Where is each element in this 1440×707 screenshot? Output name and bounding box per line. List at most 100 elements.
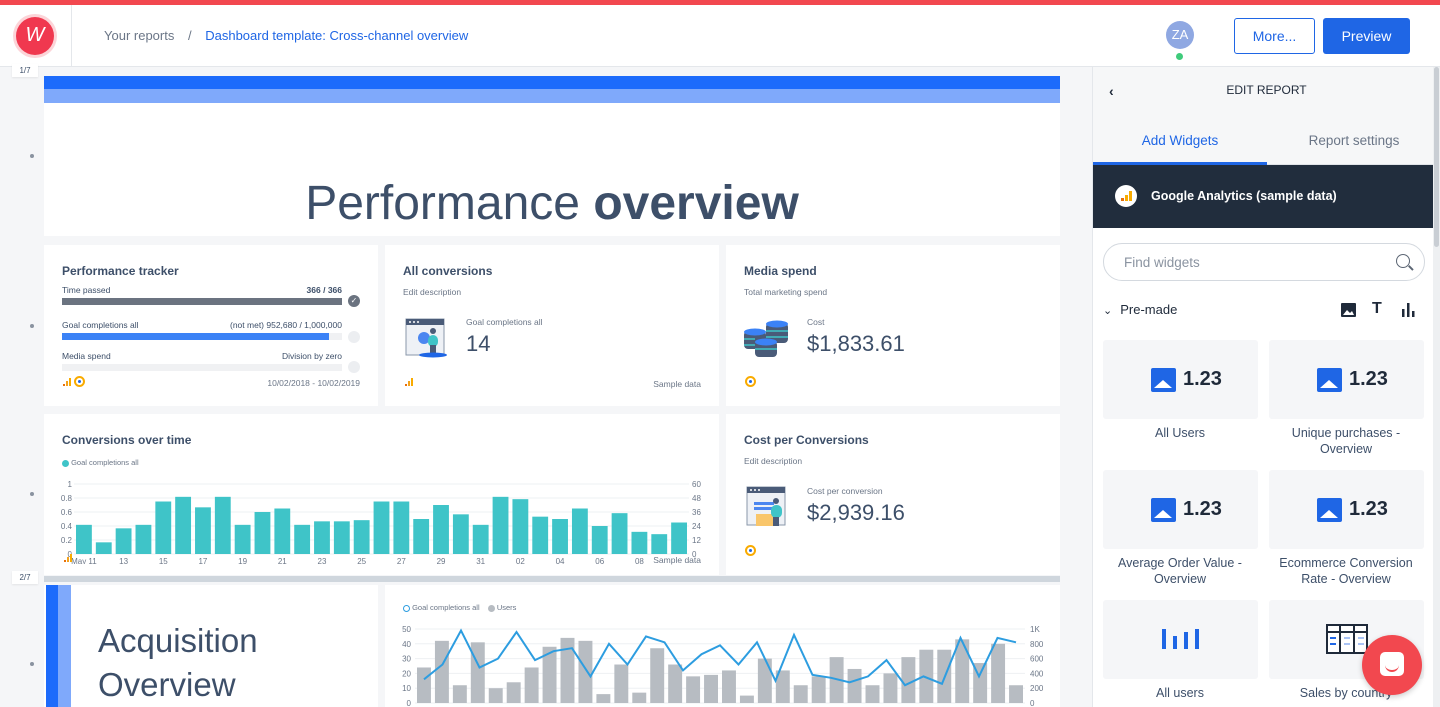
widget-tile-label: All Users	[1154, 426, 1205, 440]
search-placeholder: Find widgets	[1124, 255, 1200, 270]
online-status-dot	[1176, 53, 1183, 60]
section-title-line2: Overview	[98, 666, 236, 703]
widget-tile-all-users[interactable]: 1.23	[1103, 340, 1258, 419]
more-button[interactable]: More...	[1234, 18, 1315, 54]
tab-report-settings[interactable]: Report settings	[1267, 133, 1440, 148]
rail-dot[interactable]	[30, 492, 34, 496]
cost-per-conversion-widget[interactable]: Cost per Conversions Edit description Co…	[726, 414, 1060, 575]
metric-value: $1,833.61	[807, 331, 905, 356]
performance-tracker-widget[interactable]: Performance tracker Time passed 366 / 36…	[44, 245, 378, 406]
widget-title: All conversions	[403, 264, 493, 278]
panel-scrollbar[interactable]	[1433, 67, 1440, 707]
metric-label: Cost	[807, 317, 825, 327]
bar	[611, 513, 628, 554]
acquisition-overview-banner[interactable]: Acquisition Overview	[44, 585, 378, 707]
page-indicator-2[interactable]: 2/7	[12, 571, 38, 584]
section-title-line1: Acquisition	[98, 622, 258, 659]
chat-launcher-button[interactable]	[1362, 635, 1422, 695]
x-tick-label: 13	[119, 557, 128, 564]
x-tick-label: 31	[476, 557, 485, 564]
bar	[614, 664, 629, 703]
bar	[506, 682, 521, 703]
widget-description[interactable]: Edit description	[744, 456, 802, 466]
bar	[704, 674, 718, 703]
bar	[524, 667, 539, 703]
media-spend-widget[interactable]: Media spend Total marketing spend Cost $…	[726, 245, 1060, 406]
bar	[155, 501, 172, 554]
widget-tile-all-users-chart[interactable]	[1103, 600, 1258, 679]
y-right-tick-label: 36	[692, 508, 701, 517]
bar	[115, 528, 132, 554]
hero-stripe-dark	[44, 76, 1060, 89]
all-conversions-widget[interactable]: All conversions Edit description Goal co…	[385, 245, 719, 406]
acquisition-combo-widget[interactable]: Goal completions all Users 0 0 10 200 20 400 3…	[385, 585, 1060, 707]
bar-chart-icon	[1162, 629, 1199, 649]
target-icon	[74, 376, 85, 387]
edit-report-panel: ‹ EDIT REPORT Add Widgets Report setting…	[1092, 67, 1440, 707]
rail-dot[interactable]	[30, 324, 34, 328]
widget-description[interactable]: Total marketing spend	[744, 287, 827, 297]
metric-label: Goal completions all	[466, 317, 543, 327]
cost-illustration-icon	[746, 486, 786, 526]
preview-button[interactable]: Preview	[1323, 18, 1410, 54]
text-filter-icon[interactable]: T	[1372, 300, 1382, 318]
datasource-selector[interactable]: Google Analytics (sample data)	[1093, 165, 1440, 228]
sample-data-note: Sample data	[653, 555, 701, 565]
rail-dot[interactable]	[30, 662, 34, 666]
tracker-label: Time passed	[62, 285, 111, 295]
tracker-value: Division by zero	[282, 351, 342, 361]
check-icon: ✓	[348, 295, 360, 307]
y-left-tick-label: 30	[402, 655, 411, 664]
chat-bubble-icon	[1380, 652, 1404, 676]
datasource-label: Google Analytics (sample data)	[1151, 189, 1337, 203]
bar	[417, 667, 431, 703]
chart-filter-icon[interactable]	[1401, 303, 1415, 317]
breadcrumb-current[interactable]: Dashboard template: Cross-channel overvi…	[205, 28, 468, 43]
premade-section-toggle[interactable]: ⌄ Pre-made	[1103, 302, 1177, 317]
target-icon	[745, 545, 756, 556]
avatar[interactable]: ZA	[1166, 21, 1194, 49]
progress-fill	[62, 333, 329, 340]
widget-tile-average-order-value[interactable]: 1.23	[1103, 470, 1258, 549]
page-indicator-1[interactable]: 1/7	[12, 64, 38, 77]
widget-search-input[interactable]: Find widgets	[1103, 243, 1425, 281]
bar	[596, 694, 611, 703]
scrollbar-thumb[interactable]	[1434, 67, 1439, 247]
banner-stripe-dark	[46, 585, 58, 707]
target-icon	[745, 376, 756, 387]
image-filter-icon[interactable]	[1341, 303, 1357, 318]
widget-preview-value: 1.23	[1183, 498, 1222, 520]
coins-stack-icon	[744, 320, 788, 357]
bar	[571, 508, 588, 554]
image-icon	[1151, 368, 1176, 392]
search-icon[interactable]	[1396, 254, 1410, 268]
breadcrumb: Your reports / Dashboard template: Cross…	[104, 28, 468, 43]
widget-tile-label: Ecommerce Conversion Rate - Overview	[1279, 556, 1413, 586]
widget-tile-ecommerce-conversion-rate[interactable]: 1.23	[1269, 470, 1424, 549]
bar	[632, 692, 647, 703]
widget-description[interactable]: Edit description	[403, 287, 461, 297]
widget-title: Conversions over time	[62, 433, 192, 447]
bar	[865, 685, 880, 703]
bar	[234, 524, 251, 554]
app-logo[interactable]: W	[16, 17, 54, 55]
conversions-over-time-widget[interactable]: Conversions over time Goal completions a…	[44, 414, 719, 575]
x-tick-label: 29	[437, 557, 446, 564]
y-right-tick-label: 600	[1030, 655, 1044, 664]
y-right-tick-label: 1K	[1030, 625, 1040, 634]
breadcrumb-root[interactable]: Your reports	[104, 28, 174, 43]
x-tick-label: 04	[556, 557, 565, 564]
panel-title: EDIT REPORT	[1226, 83, 1307, 97]
tab-add-widgets[interactable]: Add Widgets	[1093, 133, 1267, 148]
bar	[651, 534, 668, 554]
hero-banner[interactable]: Performance overview	[44, 76, 1060, 236]
widget-title: Cost per Conversions	[744, 433, 869, 447]
bar	[671, 522, 687, 554]
widget-tile-unique-purchases[interactable]: 1.23	[1269, 340, 1424, 419]
image-icon	[1151, 498, 1176, 522]
y-left-tick-label: 50	[402, 625, 411, 634]
chart-legend: Goal completions all	[62, 458, 139, 467]
rail-dot[interactable]	[30, 154, 34, 158]
hero-title-regular: Performance	[305, 177, 594, 230]
bar	[452, 514, 469, 554]
